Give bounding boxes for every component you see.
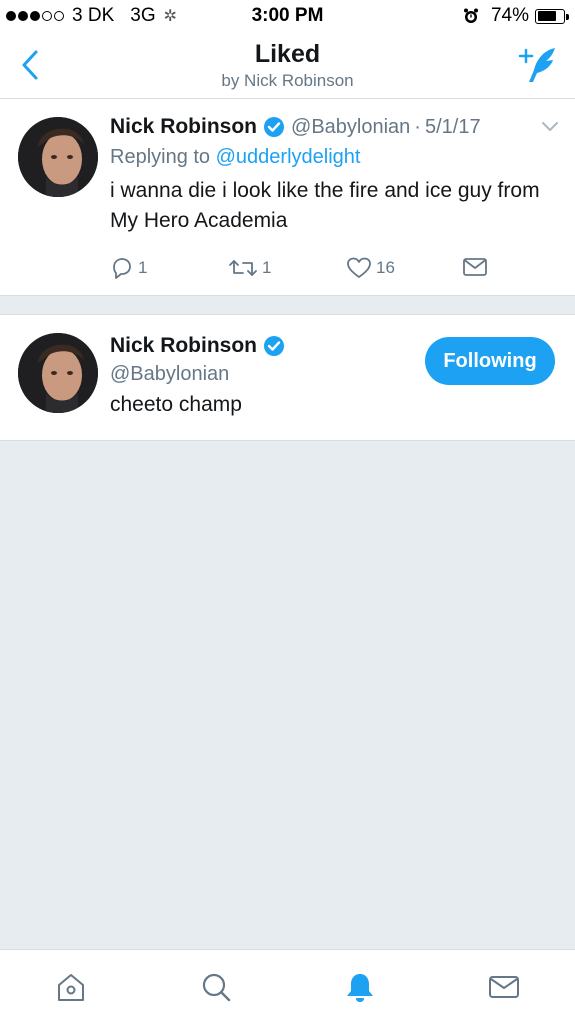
direct-message-button[interactable] [462,256,492,278]
reply-button[interactable]: 1 [110,256,147,280]
mention-link[interactable]: @udderlydelight [216,146,361,168]
page-subtitle: by Nick Robinson [221,71,354,90]
home-icon [58,974,84,1001]
retweet-icon [229,260,257,276]
navigation-bar: Liked by Nick Robinson [0,34,575,99]
tweet-text: i wanna die i look like the fire and ice… [110,179,540,232]
reply-count: 1 [138,258,148,277]
user-name[interactable]: Nick Robinson [110,334,257,358]
compose-button[interactable] [515,44,561,88]
author-handle[interactable]: @Babylonian [291,116,410,139]
author-name[interactable]: Nick Robinson [110,115,257,139]
notifications-icon [347,974,373,1002]
tab-messages[interactable] [487,970,521,1004]
like-button[interactable]: 16 [346,256,395,280]
compose-feather-icon [518,48,555,82]
tweet-date[interactable]: 5/1/17 [425,116,481,139]
heart-icon [347,257,371,278]
search-icon [202,973,231,1002]
verified-badge-icon [264,336,285,356]
tab-home[interactable] [54,970,88,1004]
verified-badge-icon [264,117,285,137]
replying-prefix: Replying to [110,146,211,168]
tweet-actions: 1 1 16 [110,256,560,282]
alarm-icon [463,8,479,24]
tab-search[interactable] [199,970,233,1004]
profile-photo [18,117,98,197]
retweet-button[interactable]: 1 [228,256,271,280]
following-button[interactable]: Following [425,337,555,385]
envelope-icon [463,258,487,276]
user-bio: cheeto champ [110,393,242,416]
profile-photo [18,333,98,413]
avatar[interactable] [18,117,98,197]
user-card[interactable]: Nick Robinson @Babylonian cheeto champ F… [0,314,575,441]
tab-bar [0,949,575,1024]
like-count: 16 [376,258,395,277]
chevron-down-icon[interactable] [541,121,559,133]
replying-to: Replying to @udderlydelight [110,146,360,169]
status-bar: 3 DK 3G ✲ 3:00 PM 74% [0,0,575,34]
battery-percentage: 74% [490,5,529,26]
separator: · [414,115,421,138]
user-handle[interactable]: @Babylonian [110,363,229,386]
tweet[interactable]: Nick Robinson @Babylonian · 5/1/17 Reply… [0,99,575,296]
battery-icon [535,8,569,24]
page-title: Liked [254,40,321,68]
avatar[interactable] [18,333,98,413]
reply-icon [113,258,131,279]
messages-icon [489,976,519,998]
retweet-count: 1 [262,258,272,277]
tab-notifications[interactable] [343,970,377,1004]
